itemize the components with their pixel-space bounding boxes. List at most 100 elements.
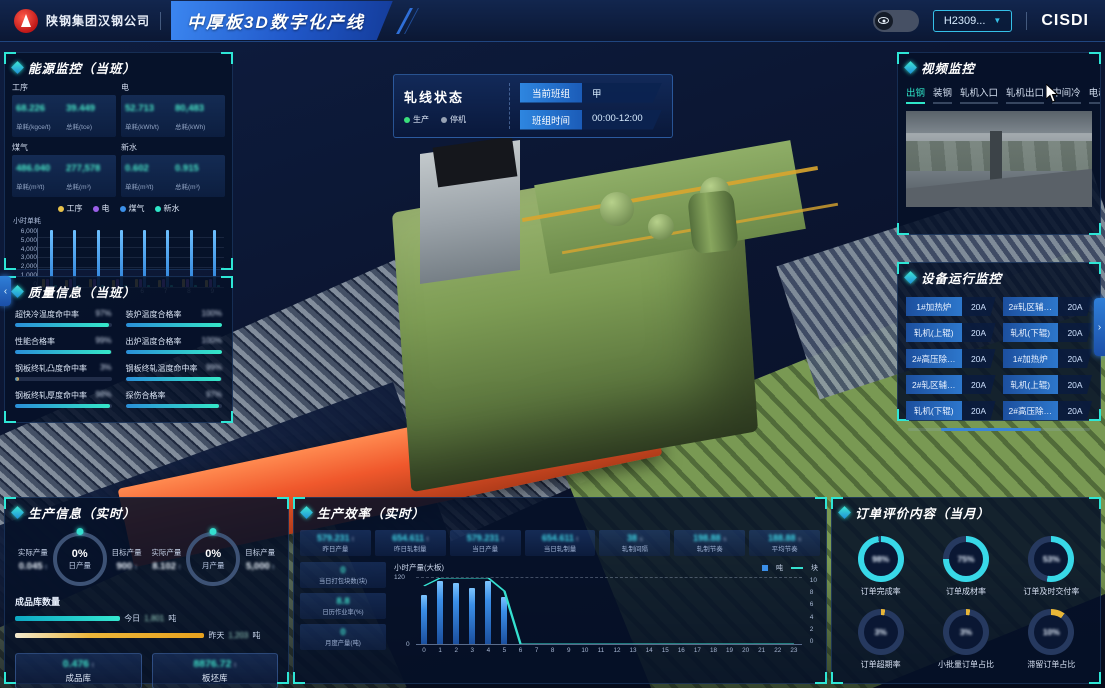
group-name: 电 (121, 82, 225, 93)
metric-label: 总耗(kWh) (175, 124, 205, 131)
equipment-item: 1#加热炉20A (1003, 349, 1093, 368)
metric-label: 探伤合格率 (126, 390, 166, 401)
quality-metric: 性能合格率99% (15, 336, 112, 354)
page-title: 中厚板3D数字化产线 (171, 1, 393, 40)
shift-select-dropdown[interactable]: H2309... ▼ (933, 10, 1013, 32)
inventory-boxes: 0.476 t成品库 8876.72 t板坯库 (5, 644, 288, 688)
quality-metrics: 超快冷温度命中率97% 装炉温度合格率100% 性能合格率99% 出炉温度合格率… (5, 305, 232, 412)
efficiency-panel-title: 生产效率（实时） (294, 498, 826, 526)
gauge-percent: 0% (205, 548, 221, 560)
stat-label: 昨日轧制量 (376, 543, 445, 553)
equipment-name: 轧机(上辊) (1003, 375, 1059, 394)
donut-value: 3% (943, 609, 989, 655)
equipment-item: 1#加热炉20A (906, 297, 996, 316)
diamond-icon (11, 61, 24, 74)
equipment-value: 20A (962, 375, 996, 394)
equipment-item: 轧机(上辊)20A (1003, 375, 1093, 394)
metric-label: 总耗(tce) (66, 124, 92, 131)
box-value: 8876.72 (193, 658, 231, 670)
equipment-name: 1#加热炉 (906, 297, 962, 316)
side-stat-box: 0当日打包块数(块) (300, 562, 386, 588)
metric-value: 486.040 (16, 163, 50, 174)
energy-group-process: 工序 68.226单耗(kgce/t)39.449总耗(tce) (12, 81, 116, 137)
orders-panel-title: 订单评价内容（当月） (832, 498, 1100, 526)
bar-label: 昨天 (208, 630, 224, 641)
box-unit: t (234, 662, 236, 669)
tab-electric-heating[interactable]: 电动热 (1089, 85, 1100, 104)
metric-value: 5,000 (246, 561, 270, 572)
metric-label: 实际产量 (13, 547, 53, 558)
y-tick: 0 (406, 641, 410, 648)
horizontal-scrollbar[interactable] (908, 428, 1090, 431)
camera-feed-shape (906, 111, 1092, 133)
donut-chart: 98% (858, 536, 904, 582)
equipment-value: 20A (1058, 401, 1092, 420)
equipment-item: 轧机(下辊)20A (906, 401, 996, 420)
scrollbar-thumb[interactable] (941, 428, 1041, 431)
diamond-icon (904, 61, 917, 74)
group-name: 新水 (121, 142, 225, 153)
diamond-icon (11, 506, 24, 519)
bar-value: 1,203 (228, 631, 248, 640)
box-value: 0.476 (63, 658, 89, 670)
metric-value: 100% (202, 336, 222, 347)
metric-value: 80,483 (175, 103, 204, 114)
metric-value: 100% (202, 309, 222, 320)
order-donuts: 98%订单完成率 75%订单成材率 53%订单及时交付率 3%订单超期率 3%小… (832, 526, 1100, 680)
energy-groups: 工序 68.226单耗(kgce/t)39.449总耗(tce) 电 52.71… (5, 81, 232, 197)
right-panel-collapse-handle[interactable]: › (1094, 298, 1105, 356)
y-tick: 4,000 (21, 246, 37, 253)
metric-label: 装炉温度合格率 (126, 309, 182, 320)
progress-bar (126, 323, 223, 327)
metric-unit: t (45, 564, 47, 571)
visibility-toggle[interactable] (873, 10, 919, 32)
camera-feed (906, 111, 1092, 207)
left-panel-collapse-handle[interactable]: ‹ (0, 276, 11, 306)
stat-value: 8.8 (302, 596, 384, 607)
cisdi-logo: CISDI (1041, 12, 1089, 30)
legend-line-swatch (791, 567, 803, 569)
side-stat-box: 8.8日历作业率(%) (300, 593, 386, 619)
donut-chart: 3% (858, 609, 904, 655)
donut-label: 订单超期率 (858, 659, 904, 670)
metric-value: 98% (95, 390, 111, 401)
equipment-name: 1#加热炉 (1003, 349, 1059, 368)
status-dot-stopped (441, 117, 447, 123)
donut-label: 滞留订单占比 (1027, 659, 1075, 670)
metric-label: 实际产量 (147, 547, 187, 558)
donut-cell: 3% 订单超期率 (858, 609, 904, 670)
tab-mill-entry[interactable]: 轧机入口 (960, 85, 998, 104)
stat-label: 轧制间隔 (600, 543, 669, 553)
tank-dome-shape (600, 192, 634, 226)
toggle-knob[interactable] (875, 12, 893, 30)
equipment-item: 2#轧区辅…20A (906, 375, 996, 394)
metric-label: 钢板终轧温度命中率 (126, 363, 198, 374)
slab-yard-box: 8876.72 t板坯库 (152, 653, 279, 688)
status-dot-production (404, 117, 410, 123)
donut-cell: 53%订单及时交付率 (1023, 536, 1079, 597)
donut-chart: 10% (1028, 609, 1074, 655)
metric-value: 99% (95, 336, 111, 347)
eye-icon (878, 17, 889, 24)
donut-cell: 3%小批量订单占比 (938, 609, 994, 670)
progress-bar (126, 404, 220, 408)
header-bar: 陕钢集团汉钢公司 中厚板3D数字化产线 H2309... ▼ CISDI (0, 0, 1105, 42)
tab-tapping[interactable]: 出钢 (906, 85, 925, 104)
tab-charging[interactable]: 装钢 (933, 85, 952, 104)
donut-cell: 75%订单成材率 (943, 536, 989, 597)
energy-chart-legend: 工序 电 煤气 新水 (5, 203, 232, 214)
mouse-cursor (1046, 84, 1059, 108)
tab-mill-exit[interactable]: 轧机出口 (1006, 85, 1044, 104)
stat-label: 日历作业率(%) (302, 607, 384, 616)
stat-value: 0 (302, 565, 384, 576)
legend-label: 块 (811, 563, 818, 573)
actual-output-month: 实际产量8.102 t (147, 547, 187, 572)
bar-unit: 吨 (168, 613, 176, 624)
company-logo-icon (14, 9, 38, 33)
energy-panel-title-text: 能源监控（当班） (28, 58, 136, 77)
donut-value: 98% (858, 536, 904, 582)
video-panel: 视频监控 出钢 装钢 轧机入口 轧机出口 中间冷 电动热 (897, 52, 1101, 235)
legend-dot (120, 206, 126, 212)
target-output-day: 目标产量900 t (107, 547, 147, 572)
equipment-name: 2#高压除… (1003, 401, 1059, 420)
